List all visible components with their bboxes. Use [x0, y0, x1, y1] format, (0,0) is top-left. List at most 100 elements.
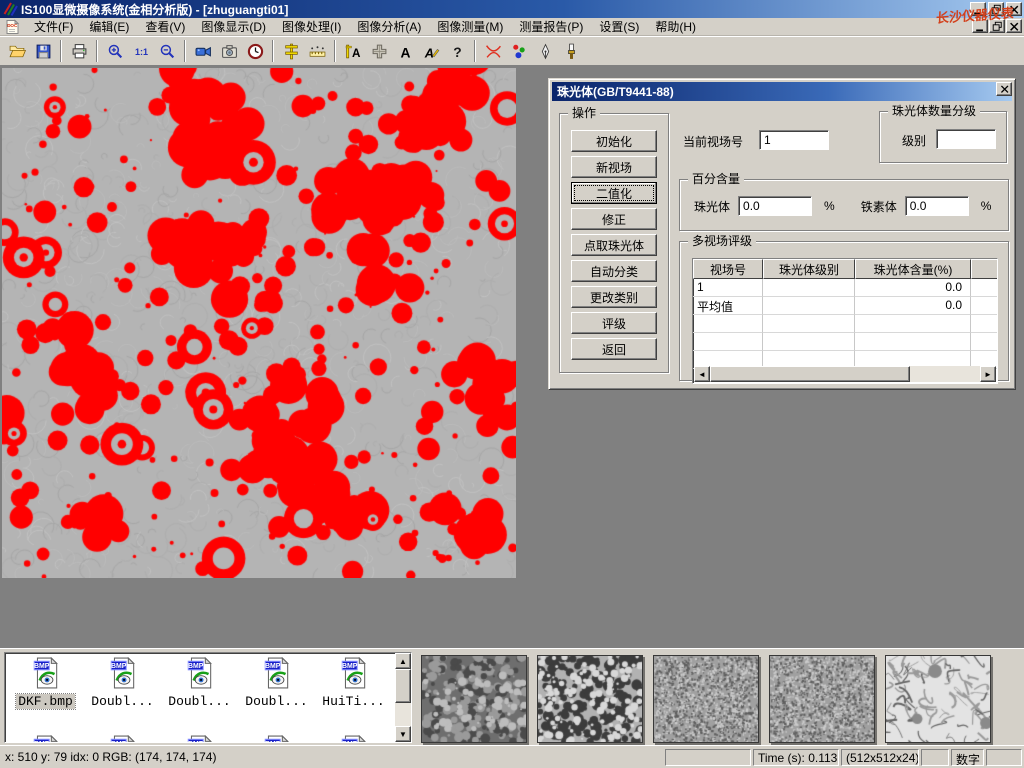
measure-text-icon[interactable]: A — [340, 39, 366, 63]
rating-row-3[interactable] — [693, 315, 998, 333]
rating-row-2[interactable]: 平均值0.0 — [693, 297, 998, 315]
thumbnail-3[interactable] — [653, 655, 759, 743]
op-button-4[interactable]: 修正 — [571, 208, 657, 230]
scroll-up-button[interactable]: ▲ — [395, 653, 411, 669]
menu-item-2[interactable]: 编辑(E) — [81, 17, 137, 37]
svg-text:A: A — [423, 45, 433, 60]
video-camera-icon[interactable] — [190, 39, 216, 63]
op-button-1[interactable]: 初始化 — [571, 130, 657, 152]
file-item-3[interactable]: BMPDoubl... — [161, 657, 238, 709]
op-button-6[interactable]: 自动分类 — [571, 260, 657, 282]
thumbnail-5[interactable] — [885, 655, 991, 743]
minimize-button[interactable] — [970, 2, 986, 16]
op-button-3[interactable]: 二值化 — [571, 182, 657, 204]
status-bar: x: 510 y: 79 idx: 0 RGB: (174, 174, 174)… — [0, 745, 1024, 768]
menu-item-7[interactable]: 图像测量(M) — [429, 17, 511, 37]
actual-size-icon[interactable]: 1:1 — [128, 39, 154, 63]
brush-tool-icon[interactable] — [558, 39, 584, 63]
op-button-5[interactable]: 点取珠光体 — [571, 234, 657, 256]
hscroll-thumb[interactable] — [710, 366, 910, 382]
svg-text:BMP: BMP — [111, 663, 127, 670]
rating-col-4[interactable]: 铁素体含量(%) — [971, 259, 998, 279]
op-button-8[interactable]: 评级 — [571, 312, 657, 334]
file-item-5[interactable]: BMPHuiTi... — [315, 657, 392, 709]
file-item-partial[interactable]: BMP — [315, 735, 392, 743]
document-icon[interactable]: DOC — [4, 19, 20, 35]
zoom-out-icon[interactable] — [154, 39, 180, 63]
file-item-partial[interactable]: BMP — [238, 735, 315, 743]
open-folder-icon[interactable] — [4, 39, 30, 63]
curve-tool-icon[interactable] — [480, 39, 506, 63]
menu-item-1[interactable]: 文件(F) — [26, 17, 81, 37]
camera-icon[interactable] — [216, 39, 242, 63]
svg-text:BMP: BMP — [342, 663, 358, 670]
scroll-left-button[interactable]: ◄ — [694, 366, 710, 382]
thumbnail-2[interactable] — [537, 655, 643, 743]
svg-text:BMP: BMP — [188, 663, 204, 670]
rating-table[interactable]: 视场号珠光体级别珠光体含量(%)铁素体含量(%) 10.0平均值0.0 ◄ ► — [692, 258, 998, 384]
menu-item-3[interactable]: 查看(V) — [137, 17, 193, 37]
text-tool-icon[interactable]: A — [392, 39, 418, 63]
bmp-file-icon: BMP — [341, 657, 367, 692]
dialog-close-button[interactable] — [996, 82, 1012, 96]
menu-item-8[interactable]: 测量报告(P) — [511, 17, 591, 37]
scroll-right-button[interactable]: ► — [980, 366, 996, 382]
dialog-title-bar[interactable]: 珠光体(GB/T9441-88) — [552, 82, 1012, 101]
scroll-down-button[interactable]: ▼ — [395, 726, 411, 742]
close-button[interactable] — [1006, 2, 1022, 16]
rating-col-1[interactable]: 视场号 — [693, 259, 763, 279]
rating-row-4[interactable] — [693, 333, 998, 351]
close-button[interactable] — [1006, 19, 1022, 33]
grid-plus-icon[interactable] — [366, 39, 392, 63]
micrograph-image[interactable] — [2, 68, 516, 578]
app-icon[interactable] — [2, 1, 18, 17]
menu-item-6[interactable]: 图像分析(A) — [349, 17, 429, 37]
pen-tool-icon[interactable] — [532, 39, 558, 63]
vscroll-thumb[interactable] — [395, 669, 411, 703]
bmp-file-icon: BMP — [187, 657, 213, 692]
file-item-partial[interactable]: BMP — [84, 735, 161, 743]
percent-input-2[interactable]: 0.0 — [905, 196, 969, 216]
help-icon[interactable]: ? — [444, 39, 470, 63]
percent-label-2: 铁素体 — [861, 198, 897, 215]
current-field-input[interactable]: 1 — [759, 130, 829, 150]
toolbar-separator — [334, 40, 336, 62]
print-icon[interactable] — [66, 39, 92, 63]
zoom-in-icon[interactable] — [102, 39, 128, 63]
rating-cell — [971, 315, 998, 333]
rating-col-3[interactable]: 珠光体含量(%) — [855, 259, 971, 279]
file-item-2[interactable]: BMPDoubl... — [84, 657, 161, 709]
svg-text:DOC: DOC — [7, 23, 18, 28]
menu-item-5[interactable]: 图像处理(I) — [274, 17, 349, 37]
annotate-icon[interactable]: A — [418, 39, 444, 63]
menu-item-9[interactable]: 设置(S) — [591, 17, 647, 37]
op-button-7[interactable]: 更改类别 — [571, 286, 657, 308]
status-pane-mode: 数字 — [951, 749, 984, 766]
file-item-1[interactable]: BMPDKF.bmp — [7, 657, 84, 709]
rating-row-1[interactable]: 10.0 — [693, 279, 998, 297]
percent-input-1[interactable]: 0.0 — [738, 196, 812, 216]
op-button-2[interactable]: 新视场 — [571, 156, 657, 178]
menu-item-4[interactable]: 图像显示(D) — [193, 17, 274, 37]
op-button-9[interactable]: 返回 — [571, 338, 657, 360]
caliper-icon[interactable] — [278, 39, 304, 63]
menu-item-10[interactable]: 帮助(H) — [647, 17, 704, 37]
grade-input[interactable] — [936, 129, 996, 149]
status-pane-empty-1 — [665, 749, 751, 766]
restore-button[interactable] — [988, 2, 1004, 16]
thumbnail-1[interactable] — [421, 655, 527, 743]
class-dots-icon[interactable] — [506, 39, 532, 63]
minimize-button[interactable] — [972, 19, 988, 33]
restore-button[interactable] — [989, 19, 1005, 33]
thumbnail-4[interactable] — [769, 655, 875, 743]
save-icon[interactable] — [30, 39, 56, 63]
file-item-partial[interactable]: BMP — [161, 735, 238, 743]
svg-text:A: A — [351, 46, 360, 59]
ruler-icon[interactable] — [304, 39, 330, 63]
file-item-4[interactable]: BMPDoubl... — [238, 657, 315, 709]
file-item-partial[interactable]: BMP — [7, 735, 84, 743]
clock-icon[interactable] — [242, 39, 268, 63]
file-browser-vscrollbar[interactable]: ▲ ▼ — [395, 653, 411, 742]
rating-table-hscrollbar[interactable]: ◄ ► — [694, 366, 996, 382]
rating-col-2[interactable]: 珠光体级别 — [763, 259, 855, 279]
